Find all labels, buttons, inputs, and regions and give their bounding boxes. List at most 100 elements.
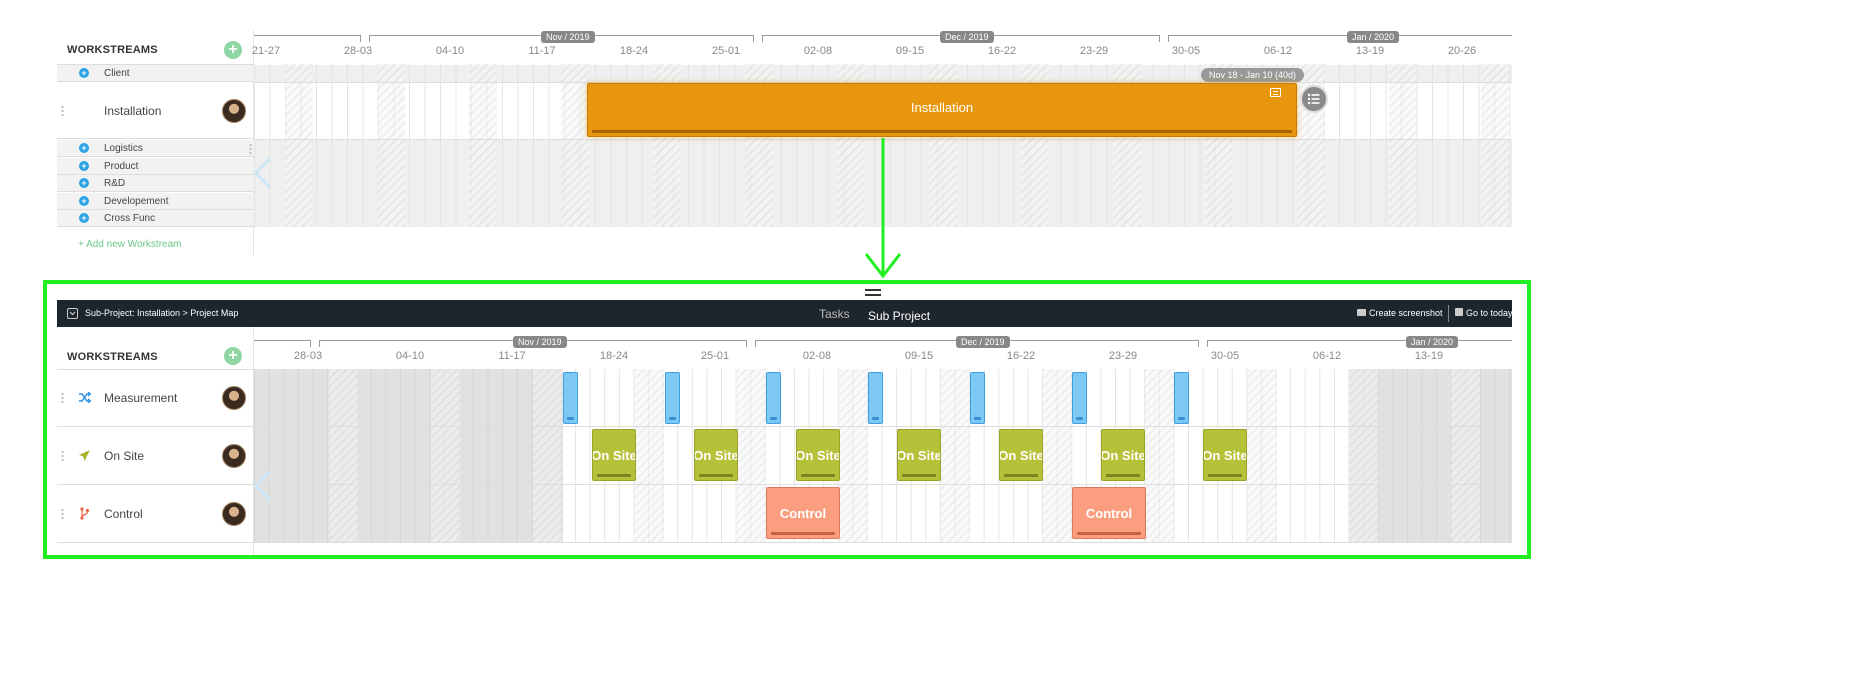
expand-icon[interactable]: + xyxy=(79,196,89,206)
bottom-row-measurement[interactable]: Measurement xyxy=(57,370,254,427)
week-label: 09-15 xyxy=(895,45,925,57)
top-row-logistics[interactable]: + Logistics xyxy=(57,140,254,157)
drag-handle-icon[interactable] xyxy=(61,392,64,404)
on-site-task[interactable]: On Site xyxy=(897,429,941,481)
measurement-task[interactable] xyxy=(665,372,680,424)
go-to-today-button[interactable]: Go to today xyxy=(1455,308,1513,318)
row-label: Measurement xyxy=(104,391,178,405)
month-label: Jan / 2020 xyxy=(1406,336,1459,348)
drag-handle-icon[interactable] xyxy=(61,450,64,462)
week-label: 20-26 xyxy=(1447,45,1477,57)
create-screenshot-label: Create screenshot xyxy=(1369,308,1443,318)
week-label: 02-08 xyxy=(802,350,832,362)
measurement-task[interactable] xyxy=(1174,372,1189,424)
bottom-row-control[interactable]: Control xyxy=(57,486,254,543)
week-label: 25-01 xyxy=(700,350,730,362)
week-label: 28-03 xyxy=(293,350,323,362)
week-label: 28-03 xyxy=(343,45,373,57)
bottom-timeline: Nov / 2019 Dec / 2019 Jan / 2020 28-03 0… xyxy=(253,327,1512,543)
measurement-task[interactable] xyxy=(766,372,781,424)
week-label: 23-29 xyxy=(1079,45,1109,57)
expand-icon[interactable]: + xyxy=(79,213,89,223)
expand-icon[interactable]: + xyxy=(79,68,89,78)
control-task[interactable]: Control xyxy=(766,487,840,539)
control-task-label: Control xyxy=(779,505,827,521)
collapse-icon[interactable] xyxy=(67,308,78,319)
on-site-task-label: On Site xyxy=(592,447,636,463)
avatar[interactable] xyxy=(222,99,246,123)
measurement-task[interactable] xyxy=(563,372,578,424)
expand-icon[interactable]: + xyxy=(79,143,89,153)
week-label: 04-10 xyxy=(435,45,465,57)
top-gantt: WORKSTREAMS + + Client Installation + Lo… xyxy=(57,30,1512,255)
avatar[interactable] xyxy=(222,444,246,468)
kebab-menu-icon[interactable] xyxy=(249,143,252,155)
drag-grip-icon[interactable] xyxy=(865,289,881,296)
avatar[interactable] xyxy=(222,386,246,410)
on-site-task[interactable]: On Site xyxy=(1101,429,1145,481)
top-workstreams-header: WORKSTREAMS xyxy=(67,44,158,56)
breadcrumb: Sub-Project: Installation > Project Map xyxy=(85,308,239,318)
row-label: Installation xyxy=(104,104,162,118)
camera-icon xyxy=(1357,309,1366,316)
measurement-task[interactable] xyxy=(1072,372,1087,424)
month-label: Nov / 2019 xyxy=(513,336,567,348)
on-site-task-label: On Site xyxy=(1101,447,1145,463)
on-site-task[interactable]: On Site xyxy=(694,429,738,481)
control-task[interactable]: Control xyxy=(1072,487,1146,539)
week-label: 04-10 xyxy=(395,350,425,362)
on-site-task[interactable]: On Site xyxy=(1203,429,1247,481)
git-branch-icon xyxy=(80,507,90,520)
drag-handle-icon[interactable] xyxy=(61,508,64,520)
top-row-product[interactable]: + Product xyxy=(57,158,254,175)
paper-plane-icon xyxy=(79,450,90,461)
on-site-task-label: On Site xyxy=(1203,447,1247,463)
top-row-developement[interactable]: + Developement xyxy=(57,193,254,210)
installation-bar[interactable]: Installation xyxy=(587,83,1297,137)
calendar-icon xyxy=(1455,308,1463,316)
top-row-rnd[interactable]: + R&D xyxy=(57,175,254,192)
week-label: 16-22 xyxy=(987,45,1017,57)
top-left-panel: WORKSTREAMS + + Client Installation + Lo… xyxy=(57,30,254,255)
week-label: 09-15 xyxy=(904,350,934,362)
week-label: 06-12 xyxy=(1263,45,1293,57)
on-site-task-label: On Site xyxy=(694,447,738,463)
top-row-installation[interactable]: Installation xyxy=(57,83,254,139)
go-to-today-label: Go to today xyxy=(1466,308,1513,318)
week-label: 25-01 xyxy=(711,45,741,57)
top-row-cross-func[interactable]: + Cross Func xyxy=(57,210,254,227)
installation-bar-label: Installation xyxy=(910,100,974,115)
week-label: 11-17 xyxy=(498,350,526,362)
expand-icon[interactable]: + xyxy=(79,161,89,171)
month-label: Jan / 2020 xyxy=(1347,31,1400,43)
week-label: 18-24 xyxy=(599,350,629,362)
on-site-task-label: On Site xyxy=(999,447,1043,463)
week-label: 11-17 xyxy=(528,45,556,57)
create-screenshot-button[interactable]: Create screenshot xyxy=(1357,308,1443,318)
week-label: 23-29 xyxy=(1108,350,1138,362)
notes-icon[interactable] xyxy=(1270,88,1281,97)
row-label: Control xyxy=(104,507,143,521)
list-menu-icon[interactable] xyxy=(1300,85,1328,113)
row-label: Cross Func xyxy=(104,213,156,224)
week-label: 16-22 xyxy=(1006,350,1036,362)
measurement-task[interactable] xyxy=(868,372,883,424)
on-site-task[interactable]: On Site xyxy=(999,429,1043,481)
drag-handle-icon[interactable] xyxy=(61,105,64,117)
avatar[interactable] xyxy=(222,502,246,526)
expand-icon[interactable]: + xyxy=(79,178,89,188)
tab-sub-project-label: Sub Project xyxy=(868,309,931,323)
on-site-task[interactable]: On Site xyxy=(592,429,636,481)
month-label: Nov / 2019 xyxy=(541,31,595,43)
add-new-workstream-link[interactable]: + Add new Workstream xyxy=(78,239,181,250)
row-label: On Site xyxy=(104,449,145,463)
bottom-row-on-site[interactable]: On Site xyxy=(57,428,254,485)
on-site-task[interactable]: On Site xyxy=(796,429,840,481)
tab-tasks[interactable]: Tasks xyxy=(819,307,850,321)
week-label: 02-08 xyxy=(803,45,833,57)
on-site-task-label: On Site xyxy=(796,447,840,463)
bottom-left-panel: WORKSTREAMS + Measurement On Site Contro… xyxy=(57,327,254,555)
top-row-client[interactable]: + Client xyxy=(57,65,254,82)
bottom-add-workstream-icon[interactable]: + xyxy=(224,347,242,365)
measurement-task[interactable] xyxy=(970,372,985,424)
